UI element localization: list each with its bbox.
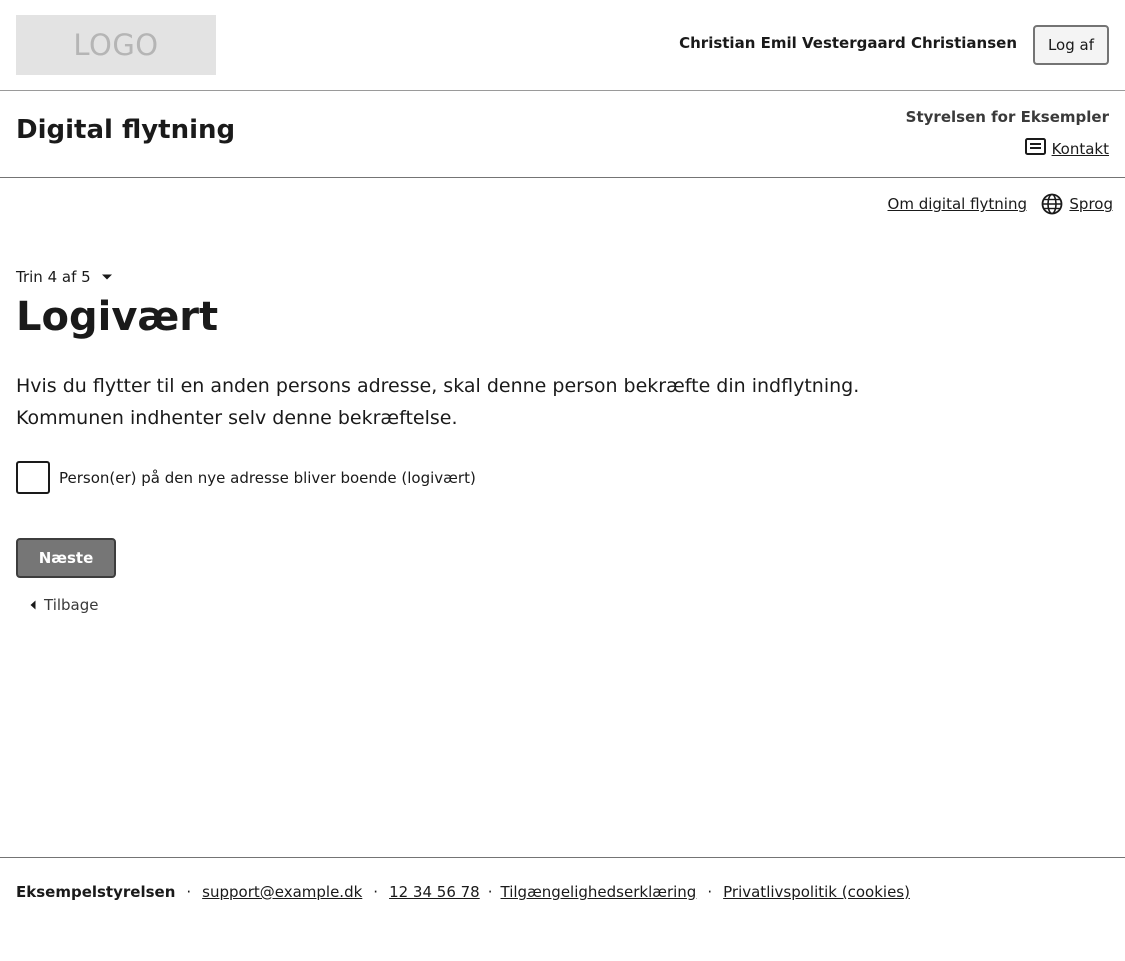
language-label: Sprog (1069, 195, 1113, 213)
page-title: Logivært (16, 294, 219, 340)
globe-icon (1041, 193, 1063, 215)
service-title: Digital flytning (16, 115, 236, 145)
contact-label: Kontakt (1051, 139, 1109, 158)
footer-phone-link[interactable]: 12 34 56 78 (389, 883, 480, 901)
contact-link[interactable]: Kontakt (1024, 138, 1109, 159)
footer-accessibility-link[interactable]: Tilgængelighedserklæring (501, 883, 697, 901)
caret-down-icon (101, 273, 113, 281)
step-indicator[interactable]: Trin 4 af 5 (16, 268, 113, 286)
chevron-left-icon (30, 600, 36, 610)
service-header: Digital flytning Styrelsen for Eksempler… (0, 91, 1125, 178)
lodger-checkbox-label: Person(er) på den nye adresse bliver boe… (59, 468, 476, 487)
footer-separator: · (707, 883, 713, 901)
footer-email-link[interactable]: support@example.dk (202, 883, 362, 901)
language-link[interactable]: Sprog (1041, 193, 1113, 215)
step-label: Trin 4 af 5 (16, 268, 91, 286)
user-name: Christian Emil Vestergaard Christiansen (679, 34, 1017, 52)
authority-name: Styrelsen for Eksempler (905, 108, 1109, 126)
footer-org: Eksempelstyrelsen (16, 883, 176, 901)
back-link[interactable]: Tilbage (30, 596, 99, 614)
intro-line-2: Kommunen indhenter selv denne bekræftels… (16, 407, 458, 429)
logout-button[interactable]: Log af (1033, 25, 1109, 65)
top-bar: LOGO Christian Emil Vestergaard Christia… (0, 0, 1125, 91)
footer-privacy-link[interactable]: Privatlivspolitik (cookies) (723, 883, 910, 901)
logo: LOGO (16, 15, 216, 75)
message-icon (1024, 138, 1046, 159)
footer-links: Eksempelstyrelsen · support@example.dk ·… (16, 883, 910, 901)
footer-separator: · (373, 883, 379, 901)
footer-separator: · (186, 883, 192, 901)
back-label: Tilbage (44, 596, 99, 614)
lodger-checkbox[interactable] (16, 461, 50, 494)
about-link[interactable]: Om digital flytning (888, 195, 1027, 213)
intro-line-1: Hvis du flytter til en anden persons adr… (16, 375, 860, 397)
lodger-checkbox-row[interactable]: Person(er) på den nye adresse bliver boe… (16, 461, 476, 494)
intro-text: Hvis du flytter til en anden persons adr… (16, 370, 876, 434)
footer: Eksempelstyrelsen · support@example.dk ·… (0, 857, 1125, 961)
next-button[interactable]: Næste (16, 538, 116, 578)
footer-separator: · (487, 883, 493, 901)
